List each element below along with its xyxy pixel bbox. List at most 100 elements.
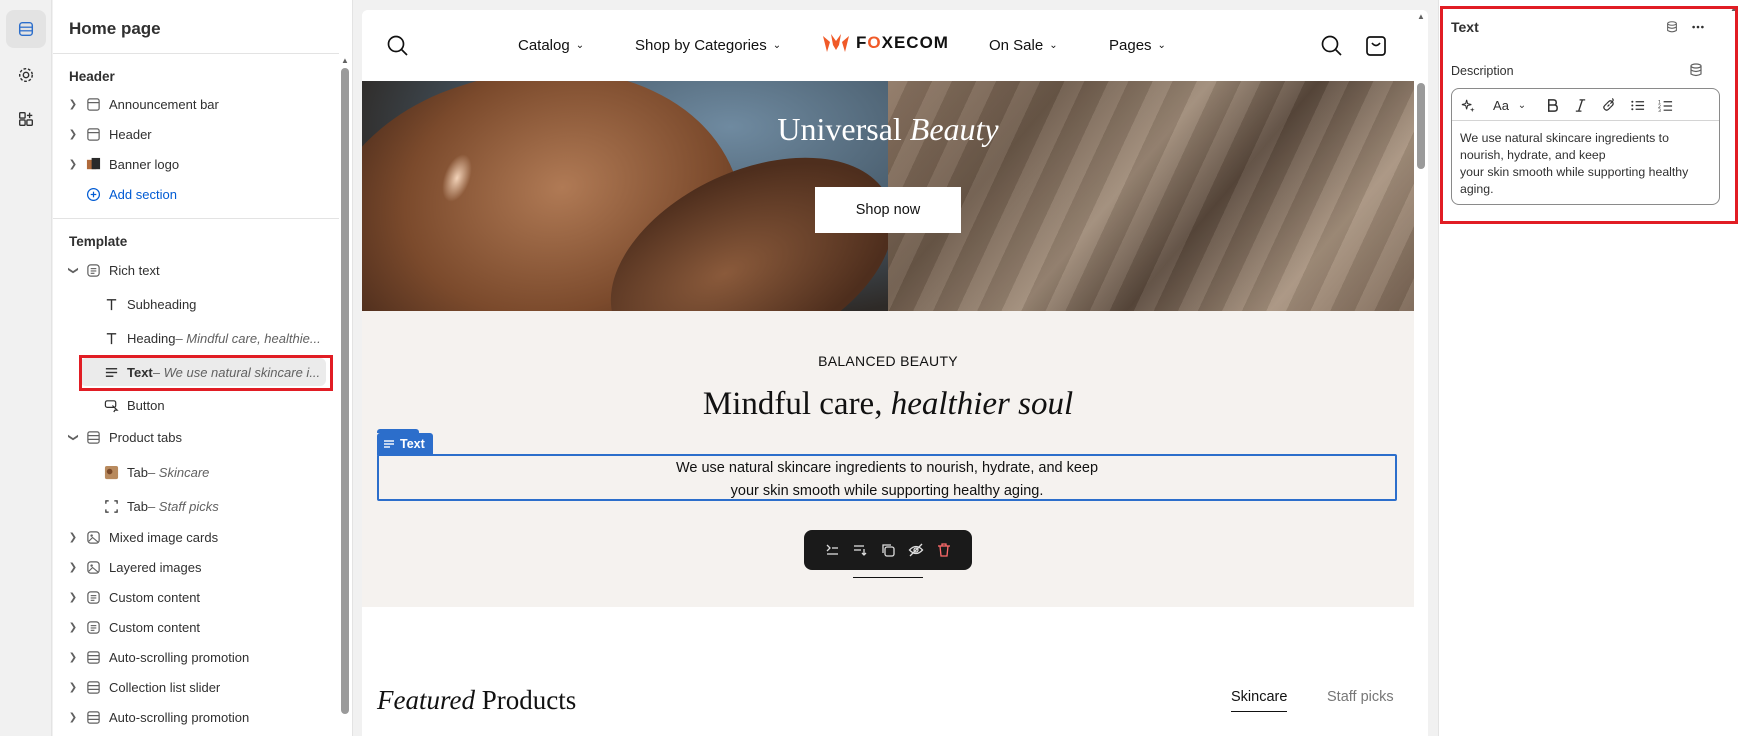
template-group-label: Template — [69, 234, 128, 249]
image-icon — [85, 529, 101, 545]
section-label: Mixed image cards — [109, 529, 219, 545]
chevron-right-icon[interactable]: ❯ — [67, 532, 79, 543]
selected-block-highlight — [79, 355, 333, 391]
section-label: Rich text — [109, 262, 160, 278]
duplicate-icon[interactable] — [880, 542, 896, 558]
block-label: Subheading — [127, 296, 197, 312]
theme-settings-rail-button[interactable] — [6, 56, 46, 94]
selected-text-block[interactable]: We use natural skincare ingredients to n… — [377, 454, 1397, 501]
scroll-up-icon[interactable]: ▲ — [341, 56, 349, 65]
block-action-toolbar — [804, 530, 972, 570]
chevron-right-icon[interactable]: ❯ — [67, 159, 79, 170]
theme-editor: Home page Header ❯ Announcement bar ❯ He… — [0, 0, 1743, 736]
store-header: Catalog ⌄ Shop by Categories ⌄ FOXECOM On … — [362, 10, 1414, 81]
rich-text-heading[interactable]: Mindful care, healthier soul — [362, 386, 1414, 423]
block-detail: – Staff picks — [147, 498, 219, 514]
preview-scrollbar[interactable]: ▲ — [1414, 10, 1428, 736]
block-tab-staff-picks[interactable]: Tab – Staff picks — [53, 492, 339, 520]
section-collection-list-slider[interactable]: ❯ Collection list slider — [53, 673, 339, 701]
hide-eye-icon[interactable] — [908, 542, 924, 558]
apps-rail-button[interactable] — [6, 100, 46, 138]
cart-icon[interactable] — [1364, 34, 1388, 58]
block-detail: – Skincare — [147, 464, 210, 480]
search-icon[interactable] — [1320, 34, 1344, 58]
block-button[interactable]: Button — [53, 391, 339, 419]
store-preview: Catalog ⌄ Shop by Categories ⌄ FOXECOM On … — [362, 10, 1428, 736]
section-rich-text[interactable]: ❯ Rich text — [53, 256, 339, 284]
hero-banner: Universal Beauty Shop now — [362, 81, 1414, 311]
section-product-tabs[interactable]: ❯ Product tabs — [53, 423, 339, 451]
search-icon[interactable] — [386, 34, 410, 58]
nav-shop-by-categories[interactable]: Shop by Categories ⌄ — [635, 37, 781, 54]
settings-panel-highlight — [1440, 6, 1738, 224]
rich-text-icon — [85, 262, 101, 278]
delete-trash-icon[interactable] — [936, 542, 952, 558]
sections-rail-button[interactable] — [6, 10, 46, 48]
section-layout-icon — [85, 96, 101, 112]
banner-thumbnail-icon — [85, 156, 101, 172]
section-auto-scrolling-promotion[interactable]: ❯ Auto-scrolling promotion — [53, 703, 339, 731]
rich-text-subheading[interactable]: BALANCED BEAUTY — [362, 353, 1414, 369]
block-label: Tab — [127, 464, 148, 480]
page-title: Home page — [69, 19, 161, 38]
section-label: Custom content — [109, 589, 201, 605]
chevron-right-icon[interactable]: ❯ — [67, 652, 79, 663]
nav-catalog[interactable]: Catalog ⌄ — [518, 37, 584, 54]
section-layout-icon — [85, 429, 101, 445]
section-layout-icon — [85, 126, 101, 142]
chevron-right-icon[interactable]: ❯ — [67, 129, 79, 140]
section-custom-content[interactable]: ❯ Custom content — [53, 613, 339, 641]
tab-skincare[interactable]: Skincare — [1231, 689, 1288, 712]
block-heading[interactable]: Heading – Mindful care, healthie... — [53, 324, 339, 352]
image-icon — [85, 559, 101, 575]
scrollbar-thumb[interactable] — [1417, 83, 1425, 169]
block-tab-skincare[interactable]: Tab – Skincare — [53, 458, 339, 486]
rich-text-icon — [85, 619, 101, 635]
hero-title: Universal Beauty — [777, 111, 999, 147]
chevron-right-icon[interactable]: ❯ — [67, 592, 79, 603]
section-label: Auto-scrolling promotion — [109, 709, 250, 725]
chevron-down-icon: ⌄ — [1157, 40, 1166, 51]
chevron-right-icon[interactable]: ❯ — [67, 99, 79, 110]
featured-products-title: Featured Products — [377, 685, 577, 715]
move-down-icon[interactable] — [852, 542, 868, 558]
add-section-button[interactable]: Add section — [53, 180, 339, 208]
storefront: Catalog ⌄ Shop by Categories ⌄ FOXECOM On … — [362, 10, 1414, 736]
section-mixed-image-cards[interactable]: ❯ Mixed image cards — [53, 523, 339, 551]
tab-staff-picks[interactable]: Staff picks — [1327, 689, 1394, 705]
nav-pages[interactable]: Pages ⌄ — [1109, 37, 1166, 54]
scroll-up-icon[interactable]: ▲ — [1417, 12, 1425, 21]
selected-block-tag: Text — [377, 433, 433, 455]
sidebar-scrollbar[interactable]: ▲ — [339, 56, 351, 736]
foxecom-logo-icon — [823, 34, 849, 52]
chevron-right-icon[interactable]: ❯ — [67, 712, 79, 723]
text-heading-icon — [103, 296, 119, 312]
section-header[interactable]: ❯ Header — [53, 120, 339, 148]
section-layered-images[interactable]: ❯ Layered images — [53, 553, 339, 581]
divider — [53, 218, 339, 219]
block-detail: – Mindful care, healthie... — [175, 330, 321, 346]
section-label: Announcement bar — [109, 96, 219, 112]
section-auto-scrolling-promotion[interactable]: ❯ Auto-scrolling promotion — [53, 643, 339, 671]
section-custom-content[interactable]: ❯ Custom content — [53, 583, 339, 611]
chevron-down-icon[interactable]: ❯ — [68, 264, 79, 276]
section-label: Collection list slider — [109, 679, 221, 695]
chevron-down-icon: ⌄ — [575, 40, 585, 51]
chevron-right-icon[interactable]: ❯ — [67, 682, 79, 693]
left-rail — [0, 0, 52, 736]
block-subheading[interactable]: Subheading — [53, 290, 339, 318]
nav-on-sale[interactable]: On Sale ⌄ — [989, 37, 1058, 54]
chevron-right-icon[interactable]: ❯ — [67, 562, 79, 573]
button-underline[interactable] — [853, 577, 923, 578]
text-heading-icon — [103, 330, 119, 346]
store-logo[interactable]: FOXECOM — [822, 32, 949, 54]
section-announcement-bar[interactable]: ❯ Announcement bar — [53, 90, 339, 118]
move-up-icon[interactable] — [824, 542, 840, 558]
scrollbar-thumb[interactable] — [341, 68, 349, 714]
shop-now-button[interactable]: Shop now — [815, 187, 961, 233]
section-banner-logo[interactable]: ❯ Banner logo — [53, 150, 339, 178]
tab-thumbnail-icon — [103, 464, 119, 480]
chevron-right-icon[interactable]: ❯ — [67, 622, 79, 633]
add-section-label: Add section — [109, 186, 177, 202]
chevron-down-icon[interactable]: ❯ — [68, 431, 79, 443]
